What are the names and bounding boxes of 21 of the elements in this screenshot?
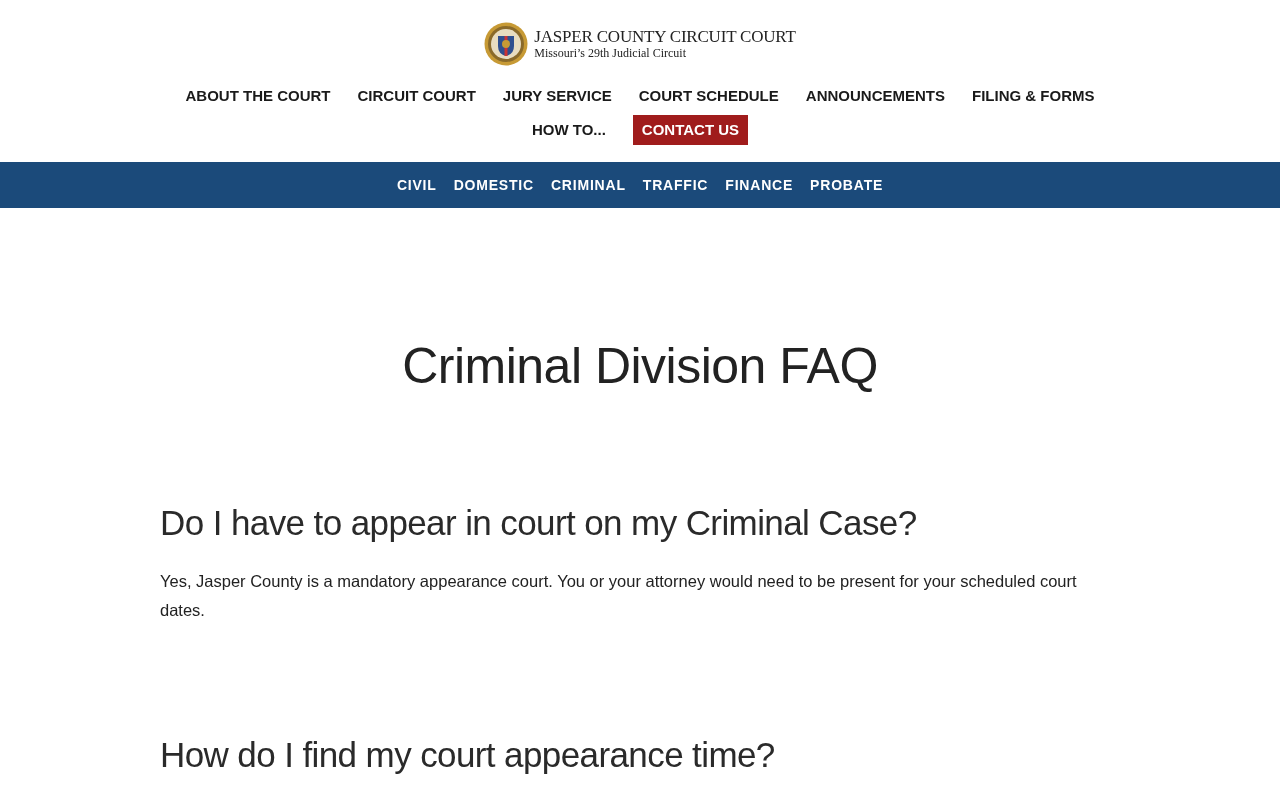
nav-link[interactable]: HOW TO... [531, 115, 606, 145]
division-link[interactable]: TRAFFIC [642, 177, 709, 193]
division-link[interactable]: FINANCE [725, 177, 794, 193]
nav-link[interactable]: ABOUT THE COURT [185, 81, 331, 111]
nav-link[interactable]: JURY SERVICE [502, 81, 612, 111]
seal-icon [484, 22, 529, 66]
contact-button[interactable]: CONTACT US [632, 115, 749, 145]
nav-link[interactable]: COURT SCHEDULE [638, 81, 779, 111]
nav-link[interactable]: FILING & FORMS [971, 81, 1095, 111]
faq-question: Do I have to appear in court on my Criminal Case? [160, 502, 918, 544]
division-link[interactable]: CRIMINAL [550, 177, 626, 193]
nav-link[interactable]: CIRCUIT COURT [357, 81, 476, 111]
division-link[interactable]: DOMESTIC [453, 177, 534, 193]
site-title[interactable]: JASPER COUNTY CIRCUIT COURT [534, 27, 796, 46]
division-link[interactable]: PROBATE [810, 177, 884, 193]
nav-link[interactable]: ANNOUNCEMENTS [805, 81, 945, 111]
faq-answer: Yes, Jasper County is a mandatory appearance court. You or your attorney would need to be present for your scheduled court dates. [160, 571, 1078, 621]
page-title: Criminal Division FAQ [401, 337, 879, 396]
division-link[interactable]: CIVIL [396, 177, 437, 193]
site-subtitle: Missouri’s 29th Judicial Circuit [534, 46, 687, 61]
faq-question: How do I find my court appearance time? [160, 734, 776, 776]
